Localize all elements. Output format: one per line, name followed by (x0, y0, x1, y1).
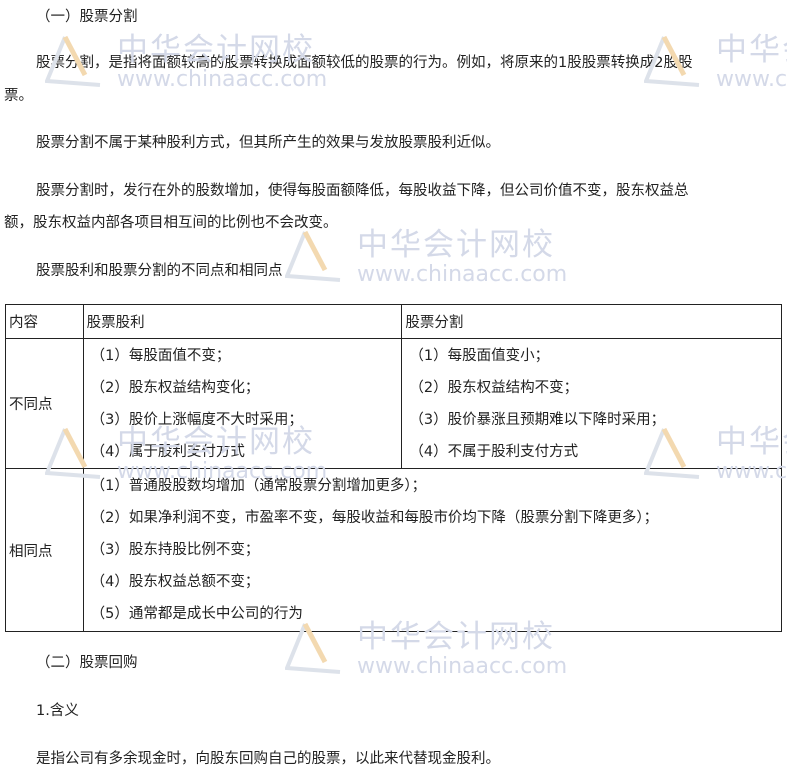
section-title-stock-split: （一）股票分割 (36, 9, 138, 25)
table-header-row: 内容 股票股利 股票分割 (5, 304, 782, 339)
list-item: （2）股东权益结构变化； (90, 379, 260, 396)
similarities-cell: （1）普通股股数均增加（通常股票分割增加更多）； （2）如果净利润不变，市盈率不… (82, 468, 783, 632)
list-item: （4）不属于股利支付方式 (409, 443, 579, 460)
row-label-similarities: 相同点 (5, 468, 84, 632)
watermark: 中华会计网校 www.chinaacc.com (644, 32, 787, 93)
table-row-differences: 不同点 （1）每股面值不变； （2）股东权益结构变化； （3）股价上涨幅度不大时… (5, 338, 782, 469)
header-content: 内容 (5, 304, 84, 339)
watermark-url: www.chinaacc.com (716, 67, 787, 92)
paragraph-not-dividend: 股票分割不属于某种股利方式，但其所产生的效果与发放股票股利近似。 (36, 135, 500, 151)
list-item: （3）股价暴涨且预期难以下降时采用； (409, 411, 666, 428)
differences-dividend-cell: （1）每股面值不变； （2）股东权益结构变化； （3）股价上涨幅度不大时采用； … (82, 338, 403, 469)
watermark-logo-icon (285, 230, 341, 282)
list-item: （2）股东权益结构不变； (409, 379, 579, 396)
paragraph-definition: 股票分割，是指将面额较高的股票转换成面额较低的股票的行为。例如，将原来的1股股票… (36, 55, 693, 71)
header-stock-dividend: 股票股利 (82, 304, 403, 339)
list-item: （4）属于股利支付方式 (90, 443, 245, 460)
list-item: （1）每股面值不变； (90, 347, 231, 364)
paragraph-meaning: 是指公司有多余现金时，向股东回购自己的股票，以此来代替现金股利。 (36, 751, 500, 767)
list-item: （3）股东持股比例不变； (90, 542, 260, 558)
watermark-url: www.chinaacc.com (357, 654, 568, 679)
header-stock-split: 股票分割 (401, 304, 782, 339)
paragraph-effects-cont: 额，股东权益内部各项目相互间的比例也不会改变。 (4, 215, 338, 231)
list-item: （2）如果净利润不变，市盈率不变，每股收益和每股市价均下降（股票分割下降更多）； (90, 510, 659, 526)
watermark-cn: 中华会计网校 (716, 32, 787, 68)
list-item: （4）股东权益总额不变； (90, 574, 260, 590)
section-title-share-repurchase: （二）股票回购 (36, 655, 138, 671)
paragraph-definition-cont: 票。 (4, 88, 33, 104)
watermark-cn: 中华会计网校 (357, 227, 555, 263)
paragraph-comparison-intro: 股票股利和股票分割的不同点和相同点 (36, 263, 283, 279)
watermark-url: www.chinaacc.com (357, 262, 568, 287)
watermark: 中华会计网校 www.chinaacc.com (285, 227, 568, 288)
subsection-title-meaning: 1.含义 (36, 703, 79, 719)
table-row-similarities: 相同点 （1）普通股股数均增加（通常股票分割增加更多）； （2）如果净利润不变，… (5, 468, 783, 632)
list-item: （3）股价上涨幅度不大时采用； (90, 411, 303, 428)
row-label-differences: 不同点 (5, 338, 84, 469)
comparison-table: 内容 股票股利 股票分割 不同点 （1）每股面值不变； （2）股东权益结构变化；… (5, 304, 783, 632)
differences-split-cell: （1）每股面值变小； （2）股东权益结构不变； （3）股价暴涨且预期难以下降时采… (401, 338, 782, 469)
list-item: （1）每股面值变小； (409, 347, 550, 364)
paragraph-effects: 股票分割时，发行在外的股数增加，使得每股面额降低，每股收益下降，但公司价值不变，… (36, 183, 689, 199)
list-item: （1）普通股股数均增加（通常股票分割增加更多）； (90, 478, 427, 494)
list-item: （5）通常都是成长中公司的行为 (90, 606, 303, 622)
